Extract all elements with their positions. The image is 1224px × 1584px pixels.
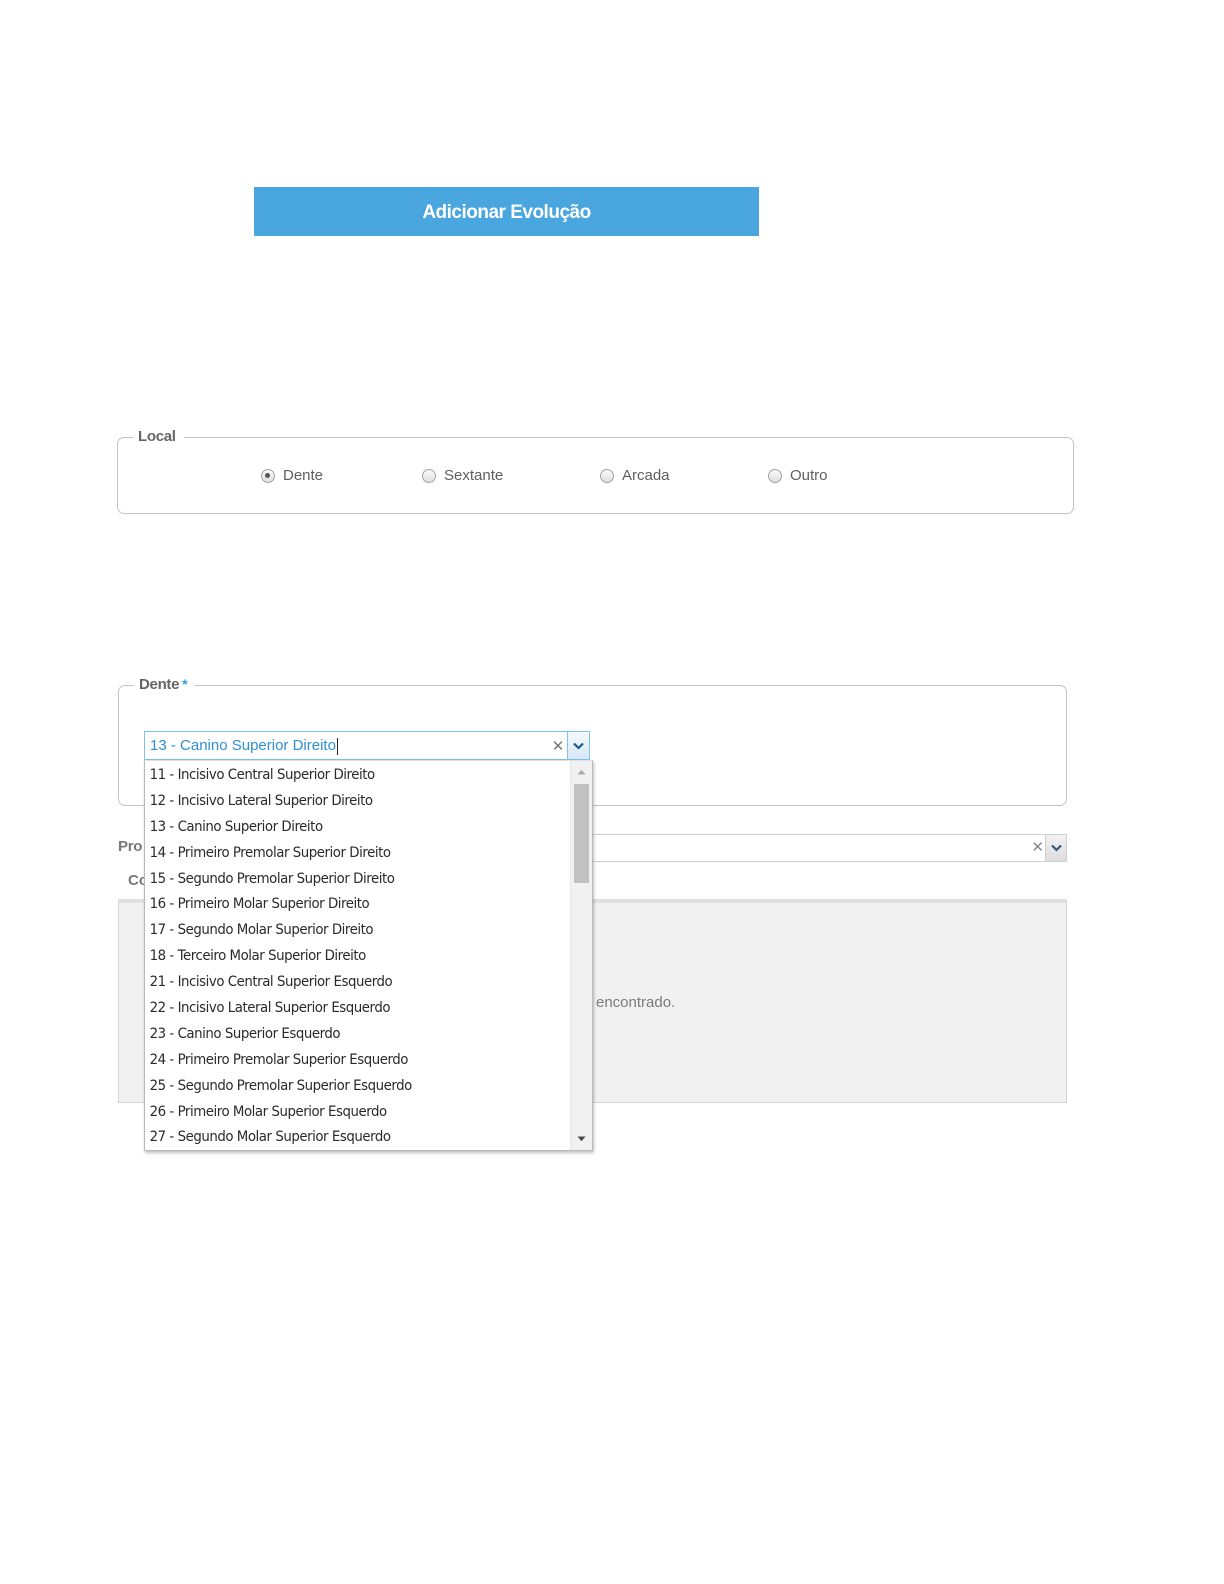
dente-legend: Dente * <box>134 676 196 693</box>
radio-sextante-label: Sextante <box>444 467 504 484</box>
dente-input[interactable]: 13 - Canino Superior Direito <box>145 732 549 759</box>
dropdown-option[interactable]: 16 - Primeiro Molar Superior Direito <box>145 892 536 918</box>
dropdown-option[interactable]: 14 - Primeiro Premolar Superior Direito <box>145 841 536 867</box>
close-icon[interactable]: ✕ <box>549 737 567 755</box>
procedimento-label: Pro <box>118 838 143 855</box>
radio-sextante-circle[interactable] <box>422 468 436 483</box>
radio-arcada-label: Arcada <box>622 467 670 484</box>
dropdown-option[interactable]: 21 - Incisivo Central Superior Esquerdo <box>145 970 536 996</box>
scroll-up-icon[interactable] <box>571 763 592 781</box>
dropdown-option[interactable]: 15 - Segundo Premolar Superior Direito <box>145 867 536 893</box>
dropdown-option[interactable]: 22 - Incisivo Lateral Superior Esquerdo <box>145 996 536 1022</box>
radio-arcada[interactable]: Arcada <box>600 467 670 484</box>
procedimento-combo[interactable]: ✕ <box>588 834 1067 862</box>
chevron-down-icon[interactable] <box>567 732 589 759</box>
dropdown-option[interactable]: 17 - Segundo Molar Superior Direito <box>145 918 536 944</box>
dropdown-option[interactable]: 11 - Incisivo Central Superior Direito <box>145 763 536 789</box>
local-legend: Local <box>133 428 184 445</box>
radio-sextante[interactable]: Sextante <box>422 467 503 484</box>
grid-empty-message: encontrado. <box>596 994 676 1011</box>
close-icon[interactable]: ✕ <box>1031 838 1044 856</box>
chevron-down-icon[interactable] <box>1045 835 1066 861</box>
radio-arcada-circle[interactable] <box>600 468 614 483</box>
radio-outro[interactable]: Outro <box>768 467 828 484</box>
dropdown-option[interactable]: 23 - Canino Superior Esquerdo <box>145 1022 536 1048</box>
radio-dente[interactable]: Dente <box>261 467 323 484</box>
dente-dropdown-list: 11 - Incisivo Central Superior Direito 12… <box>144 760 593 1151</box>
scrollbar-thumb[interactable] <box>574 784 589 883</box>
dente-legend-label: Dente <box>139 676 180 693</box>
page-title: Adicionar Evolução <box>422 201 591 223</box>
scroll-down-icon[interactable] <box>571 1130 592 1148</box>
local-fieldset: Local Dente Sextante Arcada Outro <box>117 428 1074 514</box>
radio-outro-circle[interactable] <box>768 468 782 483</box>
dropdown-option[interactable]: 18 - Terceiro Molar Superior Direito <box>145 944 536 970</box>
dropdown-option[interactable]: 24 - Primeiro Premolar Superior Esquerdo <box>145 1048 536 1074</box>
dente-input-value: 13 - Canino Superior Direito <box>150 737 336 754</box>
dropdown-option[interactable]: 26 - Primeiro Molar Superior Esquerdo <box>145 1100 536 1126</box>
dropdown-option[interactable]: 13 - Canino Superior Direito <box>145 815 536 841</box>
dropdown-option[interactable]: 25 - Segundo Premolar Superior Esquerdo <box>145 1074 536 1100</box>
dropdown-option[interactable]: 27 - Segundo Molar Superior Esquerdo <box>145 1125 536 1150</box>
dente-combobox[interactable]: 13 - Canino Superior Direito ✕ <box>144 731 590 760</box>
text-caret <box>336 737 338 755</box>
radio-dente-label: Dente <box>283 467 324 484</box>
radio-outro-label: Outro <box>790 467 828 484</box>
radio-dente-circle[interactable] <box>261 468 275 483</box>
page-title-banner: Adicionar Evolução <box>254 187 759 236</box>
dropdown-scrollbar[interactable] <box>570 761 592 1150</box>
dropdown-options: 11 - Incisivo Central Superior Direito 12… <box>145 763 570 1150</box>
required-star-icon: * <box>182 676 188 692</box>
dropdown-option[interactable]: 12 - Incisivo Lateral Superior Direito <box>145 789 536 815</box>
